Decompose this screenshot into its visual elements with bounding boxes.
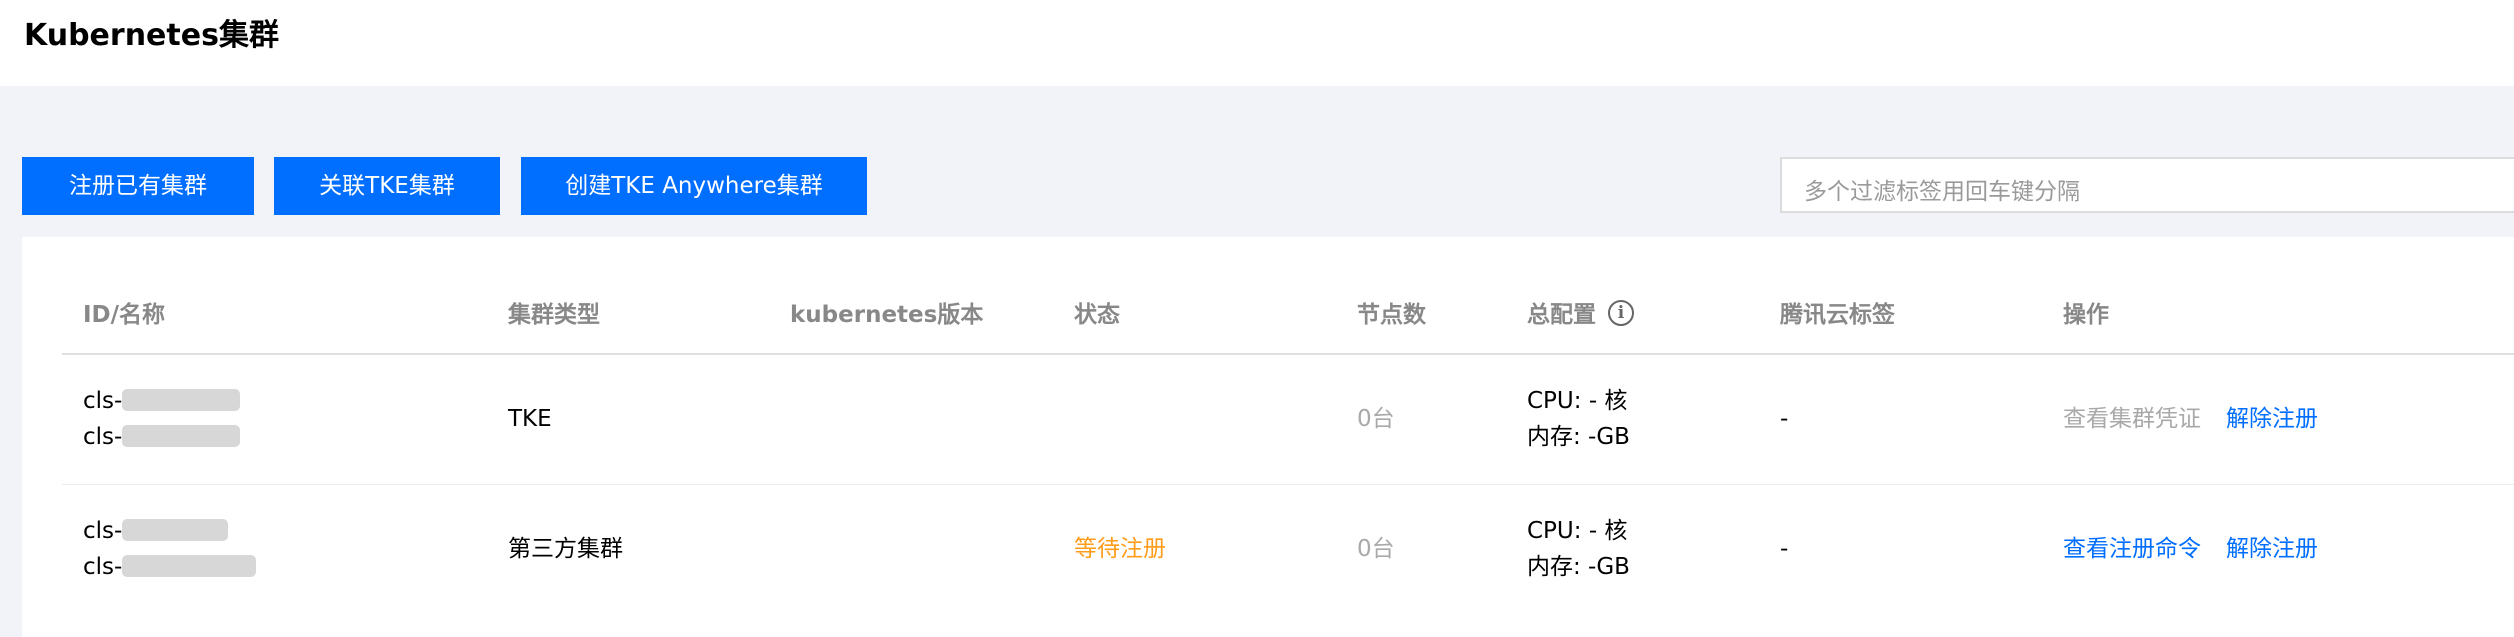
cluster-id[interactable]: cls- bbox=[83, 386, 241, 416]
cpu-config: CPU: - 核 bbox=[1527, 518, 1628, 544]
cluster-name: cls- bbox=[83, 552, 257, 582]
row-divider bbox=[62, 484, 2514, 485]
cluster-name-prefix: cls- bbox=[83, 424, 123, 450]
cluster-id-prefix: cls- bbox=[83, 518, 123, 544]
column-header-status: 状态 bbox=[1074, 302, 1120, 328]
cluster-status: 等待注册 bbox=[1074, 536, 1166, 562]
tag-filter-placeholder: 多个过滤标签用回车键分隔 bbox=[1804, 179, 2080, 205]
cluster-type: TKE bbox=[508, 406, 552, 432]
tencent-tags: - bbox=[1780, 536, 1789, 562]
table-header-divider bbox=[62, 353, 2514, 355]
page-header: Kubernetes集群 bbox=[0, 0, 2514, 86]
column-header-actions: 操作 bbox=[2063, 302, 2109, 328]
unregister-link[interactable]: 解除注册 bbox=[2226, 404, 2318, 434]
view-register-command-link[interactable]: 查看注册命令 bbox=[2063, 534, 2201, 564]
cluster-table-panel bbox=[22, 237, 2514, 637]
column-header-node-count: 节点数 bbox=[1357, 302, 1426, 328]
redacted-id bbox=[122, 519, 229, 541]
cluster-type: 第三方集群 bbox=[508, 536, 623, 562]
page-title: Kubernetes集群 bbox=[24, 18, 279, 53]
cluster-id-prefix: cls- bbox=[83, 388, 123, 414]
column-header-cluster-type: 集群类型 bbox=[508, 302, 600, 328]
node-count: 0台 bbox=[1357, 406, 1395, 432]
redacted-name bbox=[122, 555, 257, 577]
memory-config: 内存: -GB bbox=[1527, 424, 1630, 450]
column-header-k8s-version: kubernetes版本 bbox=[790, 302, 984, 328]
cluster-id[interactable]: cls- bbox=[83, 516, 229, 546]
associate-tke-cluster-button[interactable]: 关联TKE集群 bbox=[274, 157, 500, 215]
tencent-tags: - bbox=[1780, 406, 1789, 432]
cluster-name: cls- bbox=[83, 422, 241, 452]
redacted-id bbox=[122, 389, 241, 411]
column-header-id-name: ID/名称 bbox=[83, 302, 166, 328]
memory-config: 内存: -GB bbox=[1527, 554, 1630, 580]
create-tke-anywhere-cluster-button[interactable]: 创建TKE Anywhere集群 bbox=[521, 157, 867, 215]
redacted-name bbox=[122, 425, 241, 447]
cpu-config: CPU: - 核 bbox=[1527, 388, 1628, 414]
view-cluster-credential-link[interactable]: 查看集群凭证 bbox=[2063, 404, 2201, 434]
column-header-tencent-tags: 腾讯云标签 bbox=[1780, 302, 1895, 328]
info-icon[interactable]: i bbox=[1608, 300, 1634, 326]
cluster-name-prefix: cls- bbox=[83, 554, 123, 580]
unregister-link[interactable]: 解除注册 bbox=[2226, 534, 2318, 564]
register-existing-cluster-button[interactable]: 注册已有集群 bbox=[22, 157, 254, 215]
column-header-total-config: 总配置 bbox=[1527, 302, 1596, 328]
node-count: 0台 bbox=[1357, 536, 1395, 562]
tag-filter-input[interactable]: 多个过滤标签用回车键分隔 bbox=[1780, 157, 2514, 213]
